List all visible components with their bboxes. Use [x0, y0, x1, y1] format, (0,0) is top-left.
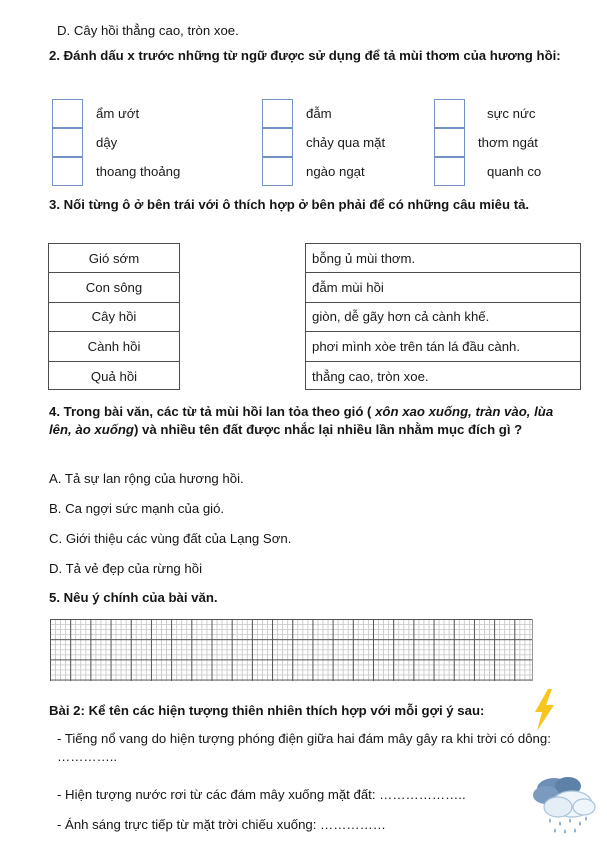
cell-text: giòn, dễ gãy hơn cả cành khế. — [312, 309, 490, 325]
question-2-heading: 2. Đánh dấu x trước những từ ngữ được sử… — [49, 48, 561, 63]
checkbox-row[interactable]: sực nức — [434, 99, 541, 128]
cell-text: Quả hồi — [90, 368, 138, 384]
cell-text: đẫm mùi hồi — [312, 280, 384, 296]
bai2-heading: Bài 2: Kể tên các hiện tượng thiên nhiên… — [49, 703, 485, 718]
checkbox-icon[interactable] — [434, 156, 465, 186]
checkbox-row[interactable]: đẫm — [262, 99, 385, 128]
checkbox-label: dậy — [96, 135, 118, 150]
table-row[interactable]: thẳng cao, tròn xoe. — [306, 362, 580, 391]
cell-text: Con sông — [85, 280, 143, 296]
checkbox-label: ẩm ướt — [96, 106, 140, 121]
matching-table-right: bỗng ủ mùi thơm. đẫm mùi hồi giòn, dễ gã… — [305, 243, 581, 390]
checkbox-row[interactable]: thoang thoảng — [52, 156, 181, 186]
question-4-option-b[interactable]: B. Ca ngợi sức mạnh của gió. — [49, 500, 224, 518]
question-4-heading: 4. Trong bài văn, các từ tả mùi hồi lan … — [49, 403, 571, 439]
cell-text: bỗng ủ mùi thơm. — [312, 250, 416, 266]
table-row[interactable]: Con sông — [49, 273, 179, 303]
worksheet-page: D. Cây hồi thẳng cao, tròn xoe. 2. Đánh … — [0, 0, 607, 864]
lightning-bolt-icon — [535, 689, 554, 731]
checkbox-column-2: đẫm chảy qua mặt ngào ngạt — [262, 99, 385, 186]
question-4-option-c[interactable]: C. Giới thiệu các vùng đất của Lạng Sơn. — [49, 530, 291, 548]
table-row[interactable]: đẫm mùi hồi — [306, 273, 580, 303]
checkbox-icon[interactable] — [262, 99, 293, 128]
table-row[interactable]: Cành hồi — [49, 332, 179, 362]
checkbox-icon[interactable] — [52, 99, 83, 128]
checkbox-label: quanh co — [487, 164, 542, 179]
rain-cloud-icon — [533, 777, 596, 834]
question-4-option-a[interactable]: A. Tả sự lan rộng của hương hồi. — [49, 470, 244, 488]
question-4-option-d[interactable]: D. Tả vẻ đẹp của rừng hồi — [49, 560, 202, 578]
checkbox-row[interactable]: dậy — [52, 127, 180, 157]
matching-table-left: Gió sớm Con sông Cây hồi Cành hồi Quả hồ… — [48, 243, 180, 390]
table-row[interactable]: Quả hồi — [49, 362, 179, 391]
table-row[interactable]: giòn, dễ gãy hơn cả cành khế. — [306, 303, 580, 333]
cell-text: thẳng cao, tròn xoe. — [312, 368, 429, 384]
checkbox-row[interactable]: chảy qua mặt — [262, 127, 386, 157]
checkbox-icon[interactable] — [262, 156, 293, 186]
question-4-heading-part2: ) và nhiều tên đất được nhắc lại nhiều l… — [134, 421, 523, 437]
checkbox-label: chảy qua mặt — [306, 135, 386, 150]
checkbox-icon[interactable] — [52, 156, 83, 186]
question-5-heading: 5. Nêu ý chính của bài văn. — [49, 590, 218, 605]
table-row[interactable]: Cây hồi — [49, 303, 179, 333]
checkbox-icon[interactable] — [52, 127, 83, 157]
checkbox-label: thơm ngát — [478, 135, 538, 150]
checkbox-column-3: sực nức thơm ngát quanh co — [434, 99, 541, 186]
checkbox-icon[interactable] — [434, 99, 465, 128]
cell-text: Cây hồi — [91, 309, 137, 325]
checkbox-row[interactable]: ngào ngạt — [262, 156, 385, 186]
checkbox-label: đẫm — [306, 106, 332, 121]
checkbox-row[interactable]: quanh co — [434, 156, 542, 186]
table-row[interactable]: phơi mình xòe trên tán lá đầu cành. — [306, 332, 580, 362]
table-row[interactable]: bỗng ủ mùi thơm. — [306, 244, 580, 274]
cell-text: phơi mình xòe trên tán lá đầu cành. — [312, 338, 521, 354]
cell-text: Gió sớm — [88, 250, 140, 266]
question-3-heading: 3. Nối từng ô ở bên trái với ô thích hợp… — [49, 197, 530, 212]
checkbox-label: sực nức — [487, 106, 536, 121]
intro-option-d: D. Cây hồi thẳng cao, tròn xoe. — [57, 23, 239, 38]
checkbox-row[interactable]: ẩm ướt — [52, 99, 180, 128]
checkbox-label: ngào ngạt — [306, 164, 365, 179]
writing-grid-area[interactable] — [50, 619, 533, 681]
checkbox-column-1: ẩm ướt dậy thoang thoảng — [52, 99, 180, 186]
bai2-item-1: - Tiếng nổ vang do hiện tượng phóng điện… — [57, 731, 551, 764]
question-4-heading-part1: 4. Trong bài văn, các từ tả mùi hồi lan … — [49, 404, 376, 419]
checkbox-row[interactable]: thơm ngát — [434, 127, 541, 157]
checkbox-icon[interactable] — [262, 127, 293, 157]
table-row[interactable]: Gió sớm — [49, 244, 179, 274]
checkbox-label: thoang thoảng — [96, 164, 181, 179]
bai2-item-3: - Ánh sáng trực tiếp từ mặt trời chiếu x… — [57, 817, 386, 832]
bai2-item-2: - Hiện tượng nước rơi từ các đám mây xuố… — [57, 787, 466, 802]
checkbox-icon[interactable] — [434, 127, 465, 157]
cell-text: Cành hồi — [87, 338, 141, 354]
